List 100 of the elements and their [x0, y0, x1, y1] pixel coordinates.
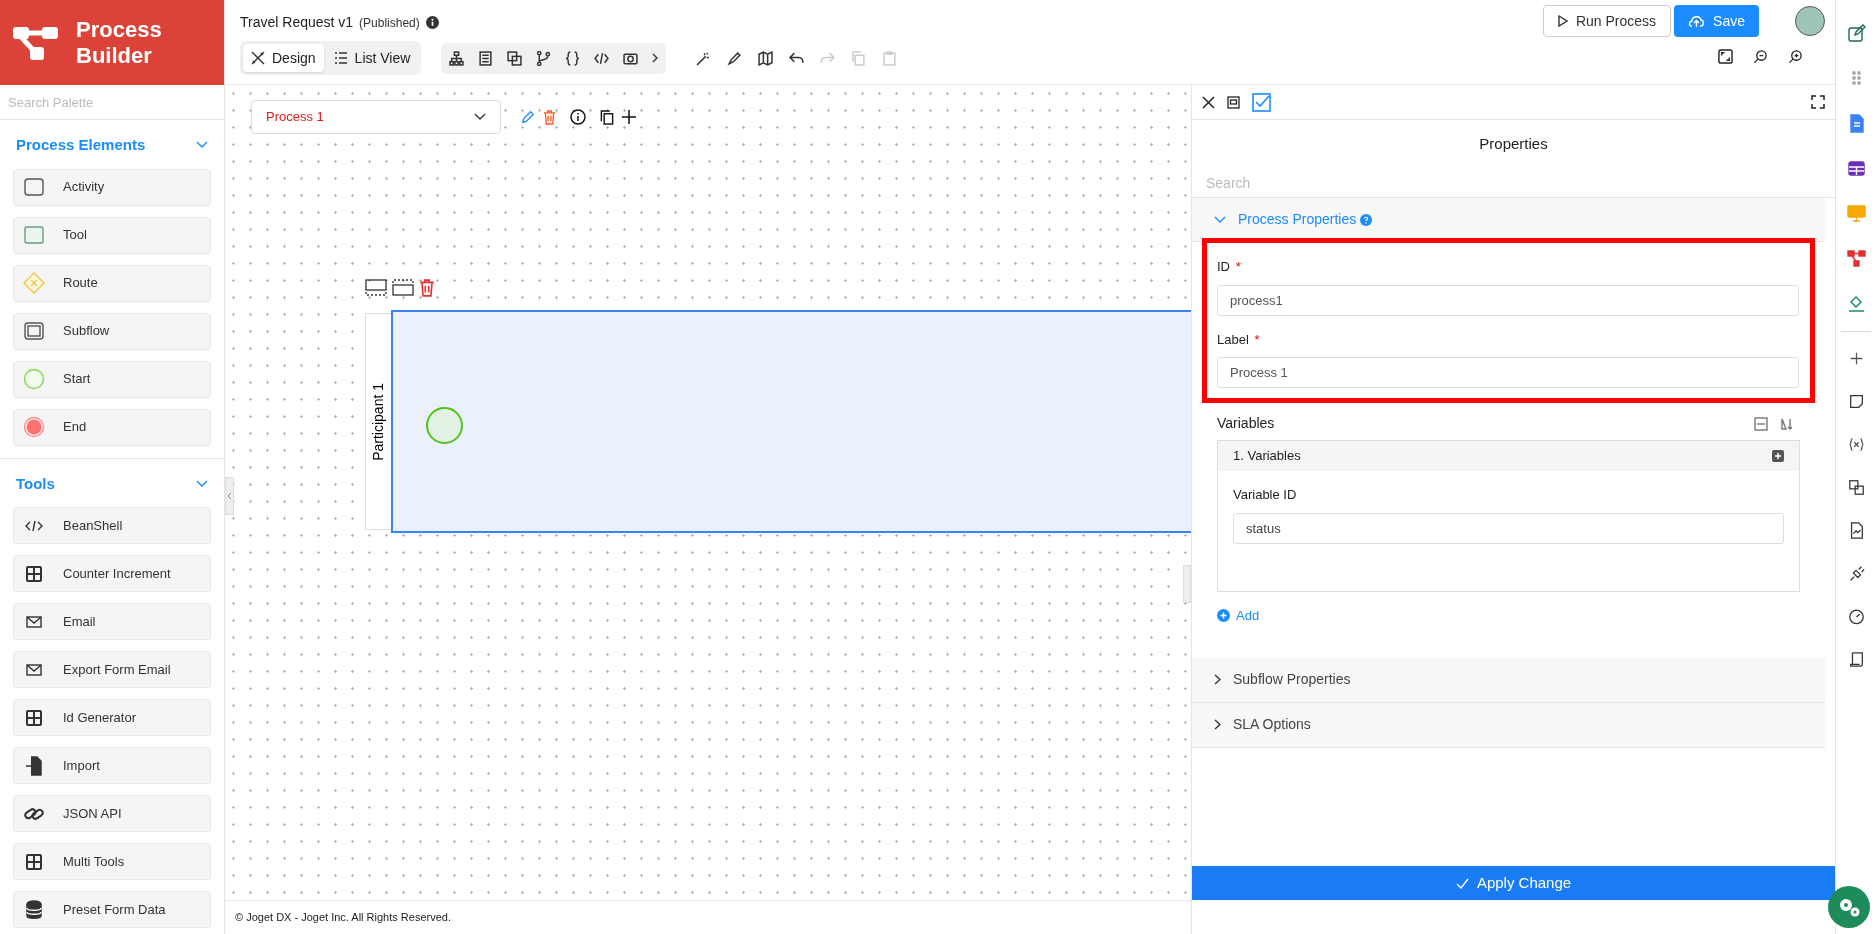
variable-id-field[interactable]: status — [1233, 512, 1784, 544]
search-palette-field[interactable]: Search Palette — [0, 85, 224, 120]
palette-item[interactable]: Import — [13, 747, 211, 784]
hierarchy-icon[interactable] — [449, 50, 465, 66]
chevron-right-icon — [1214, 719, 1221, 730]
chevron-down-icon — [1214, 215, 1226, 224]
variables-label: Variables — [1217, 414, 1275, 433]
apply-change-button[interactable]: Apply Change — [1192, 866, 1835, 900]
design-tab[interactable]: Design — [243, 44, 324, 72]
palette-item[interactable]: Id Generator — [13, 699, 211, 736]
palette-item[interactable]: Export Form Email — [13, 651, 211, 688]
palette-item[interactable]: Counter Increment — [13, 555, 211, 592]
chevron-left-icon — [227, 492, 232, 500]
circle-icon — [23, 368, 45, 390]
resize-handle[interactable] — [1183, 565, 1191, 603]
fullscreen-icon[interactable] — [1811, 95, 1825, 109]
map-icon[interactable] — [758, 50, 774, 66]
variable-title: 1. Variables — [1233, 447, 1301, 466]
copyright-text: © Joget DX - Joget Inc. All Rights Reserved. — [235, 910, 451, 926]
plug-icon[interactable] — [1847, 565, 1865, 582]
cloud-upload-icon — [1688, 14, 1706, 28]
close-icon[interactable] — [1202, 95, 1215, 109]
branch-icon[interactable] — [536, 50, 552, 66]
chevron-down-icon — [474, 113, 486, 121]
add-lane-above-icon[interactable] — [365, 279, 387, 296]
play-icon — [1557, 15, 1568, 27]
id-field[interactable]: process1 — [1217, 284, 1799, 316]
rectangle-icon — [23, 176, 45, 198]
edit-icon[interactable] — [1846, 24, 1866, 43]
panel-title: Properties — [1479, 133, 1548, 154]
collapse-handle[interactable] — [225, 477, 234, 515]
trash-icon[interactable] — [543, 109, 556, 125]
palette-item[interactable]: Multi Tools — [13, 843, 211, 880]
flow-icon[interactable] — [1846, 249, 1866, 268]
variable-icon[interactable] — [1847, 436, 1865, 453]
process-title: Travel Request v1 — [240, 13, 354, 32]
add-lane-below-icon[interactable] — [392, 279, 414, 296]
label-field[interactable]: Process 1 — [1217, 357, 1799, 388]
palette-item[interactable]: Start — [13, 360, 211, 398]
copy-icon[interactable] — [600, 109, 614, 125]
field-label: ID * — [1217, 258, 1242, 276]
plus-icon[interactable] — [622, 110, 636, 124]
scroll-icon[interactable] — [1847, 651, 1865, 668]
rectangle-icon — [23, 224, 45, 246]
run-process-button[interactable]: Run Process — [1542, 5, 1672, 37]
settings-button[interactable] — [1828, 886, 1870, 928]
nested-rectangle-icon — [23, 320, 45, 342]
help-icon[interactable] — [1360, 213, 1373, 226]
user-avatar[interactable] — [1795, 6, 1825, 36]
palette-item[interactable]: JSON API — [13, 795, 211, 832]
list-view-tab[interactable]: List View — [325, 44, 419, 72]
zoom-out-icon[interactable] — [1753, 49, 1768, 64]
app-title: Process Builder — [76, 16, 163, 69]
undo-icon[interactable] — [789, 50, 805, 66]
chevron-right-icon — [1214, 674, 1221, 685]
palette-item[interactable]: Preset Form Data — [13, 891, 211, 928]
sort-icon[interactable] — [1780, 416, 1794, 431]
section-header[interactable]: SLA Options — [1192, 702, 1825, 747]
process-dropdown[interactable]: Process 1 — [251, 100, 501, 134]
fit-screen-icon[interactable] — [1718, 49, 1733, 64]
palette-item[interactable]: Activity — [13, 168, 211, 206]
database-icon — [23, 898, 45, 921]
zoom-in-icon[interactable] — [1788, 49, 1803, 64]
panel-icon[interactable] — [1227, 95, 1240, 109]
checkbox-icon[interactable] — [1252, 92, 1271, 112]
chevron-down-icon — [196, 479, 208, 488]
info-icon[interactable] — [570, 109, 586, 125]
palette-item[interactable]: Tool — [13, 216, 211, 254]
tools-icon — [251, 51, 265, 65]
gears-icon — [1837, 896, 1861, 918]
palette-item[interactable]: End — [13, 408, 211, 446]
add-square-icon[interactable] — [1772, 450, 1784, 462]
chevron-right-icon[interactable] — [652, 53, 659, 63]
field-label: Label * — [1217, 330, 1261, 349]
palette-item[interactable]: BeanShell — [13, 507, 211, 544]
trash-icon[interactable] — [419, 279, 435, 297]
swimlane[interactable] — [391, 310, 1191, 533]
braces-icon[interactable] — [565, 50, 581, 66]
note-icon[interactable] — [1847, 393, 1865, 410]
info-icon[interactable] — [425, 16, 439, 29]
section-header[interactable]: Subflow Properties — [1192, 657, 1825, 702]
palette-item[interactable]: Route — [13, 264, 211, 302]
participant-header[interactable]: Participant 1 — [365, 313, 392, 530]
gauge-icon[interactable] — [1847, 608, 1865, 625]
list-icon — [333, 51, 348, 65]
diamond-icon — [23, 272, 45, 294]
magic-wand-icon[interactable] — [696, 50, 712, 66]
filled-circle-icon — [23, 416, 45, 438]
pencil-icon[interactable] — [521, 110, 535, 124]
palette-item[interactable]: Email — [13, 603, 211, 640]
camera-icon[interactable] — [623, 50, 639, 66]
form-icon[interactable] — [478, 50, 494, 66]
check-icon — [1455, 877, 1469, 889]
code-icon[interactable] — [594, 50, 610, 66]
chevron-down-icon — [196, 141, 208, 150]
palette-item[interactable]: Subflow — [13, 312, 211, 350]
csv-icon[interactable] — [1754, 416, 1768, 431]
table-icon[interactable] — [1846, 159, 1866, 178]
field-label: Variable ID — [1233, 486, 1298, 504]
participant-label: Participant 1 — [369, 382, 387, 461]
